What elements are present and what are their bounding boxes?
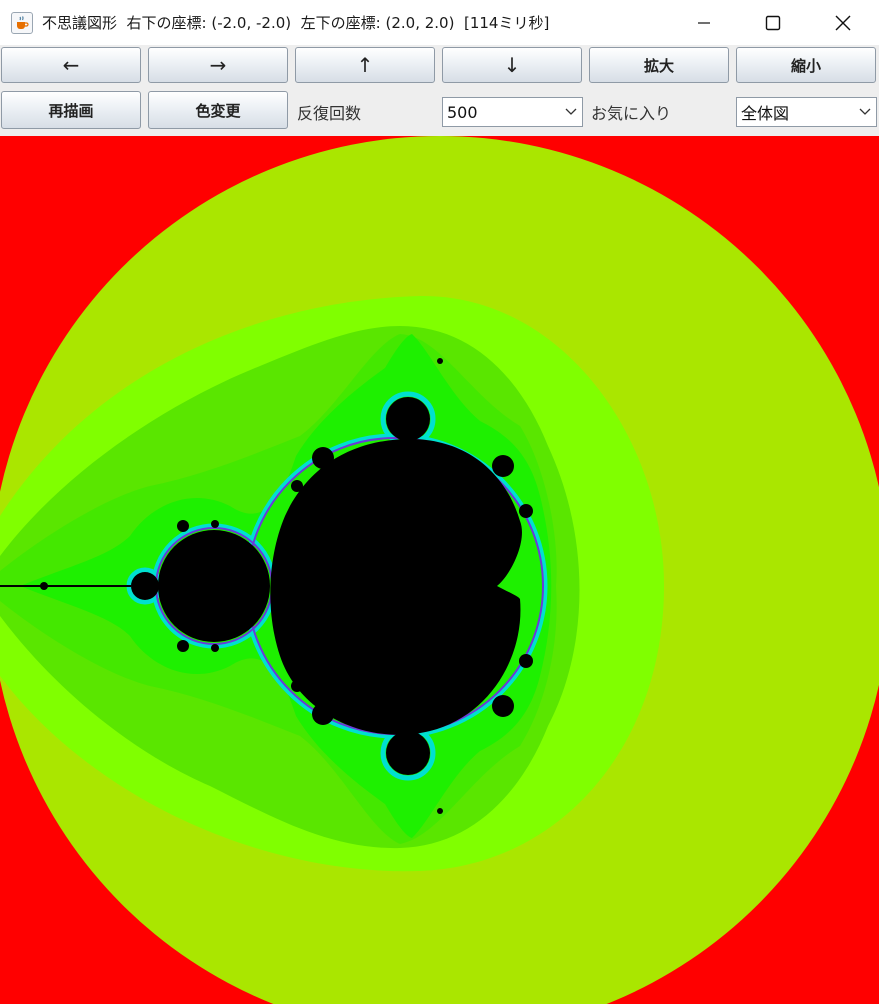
right-arrow-icon: → — [209, 53, 227, 77]
java-cup-icon — [11, 11, 33, 34]
zoom-in-label: 拡大 — [643, 56, 674, 75]
move-right-button[interactable]: → — [148, 47, 288, 83]
left-arrow-icon: ← — [62, 53, 80, 77]
minimize-button[interactable] — [669, 0, 739, 45]
close-button[interactable] — [808, 0, 878, 45]
minimize-icon — [698, 21, 710, 24]
chevron-down-icon — [854, 98, 876, 126]
color-change-button[interactable]: 色変更 — [148, 91, 288, 129]
favorites-label: お気に入り — [591, 104, 672, 123]
redraw-button[interactable]: 再描画 — [1, 91, 141, 129]
favorites-select[interactable]: 全体図 — [736, 97, 877, 127]
color-change-label: 色変更 — [195, 101, 241, 120]
maximize-icon — [765, 15, 781, 30]
down-arrow-icon: ↓ — [503, 53, 521, 77]
move-up-button[interactable]: ↑ — [295, 47, 435, 83]
window-title: 不思議図形 右下の座標: (-2.0, -2.0) 左下の座標: (2.0, 2… — [42, 14, 550, 32]
zoom-out-button[interactable]: 縮小 — [736, 47, 876, 83]
favorites-value: 全体図 — [741, 104, 790, 123]
maximize-button[interactable] — [738, 0, 808, 45]
iterations-select[interactable]: 500 — [442, 97, 583, 127]
zoom-in-button[interactable]: 拡大 — [589, 47, 729, 83]
close-icon — [835, 15, 851, 30]
move-left-button[interactable]: ← — [1, 47, 141, 83]
up-arrow-icon: ↑ — [356, 53, 374, 77]
zoom-out-label: 縮小 — [790, 56, 821, 75]
mandelbrot-image — [0, 136, 879, 1004]
iterations-label: 反復回数 — [297, 104, 362, 123]
title-bar[interactable]: 不思議図形 右下の座標: (-2.0, -2.0) 左下の座標: (2.0, 2… — [0, 0, 879, 45]
move-down-button[interactable]: ↓ — [442, 47, 582, 83]
iterations-value: 500 — [447, 102, 478, 122]
app-window: 不思議図形 右下の座標: (-2.0, -2.0) 左下の座標: (2.0, 2… — [0, 0, 879, 1004]
fractal-canvas[interactable] — [0, 136, 879, 1004]
redraw-label: 再描画 — [48, 101, 94, 120]
chevron-down-icon — [560, 98, 582, 126]
toolbar: ← → ↑ ↓ 拡大 縮小 再描画 色変更 反復回数 500 お気に入り 全体図 — [0, 45, 879, 136]
